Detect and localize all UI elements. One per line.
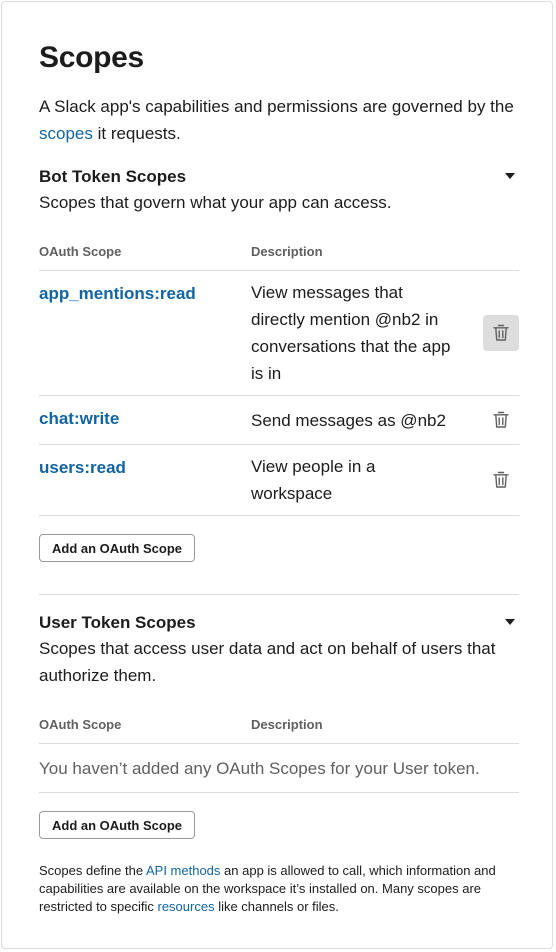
user-col-description: Description: [251, 717, 323, 732]
user-scopes-subtitle: Scopes that access user data and act on …: [39, 639, 496, 685]
trash-icon: [493, 324, 509, 341]
trash-icon: [493, 471, 509, 488]
scope-name-link[interactable]: app_mentions:read: [39, 283, 196, 305]
delete-scope-button[interactable]: [483, 315, 519, 351]
scopes-link[interactable]: scopes: [39, 124, 93, 143]
user-col-oauth-scope: OAuth Scope: [39, 717, 122, 732]
divider: [39, 270, 519, 271]
divider: [39, 515, 519, 516]
divider: [39, 444, 519, 445]
scope-name-link[interactable]: users:read: [39, 457, 126, 479]
intro-before: A Slack app's capabilities and permissio…: [39, 97, 514, 116]
section-divider: [39, 594, 519, 595]
footnote-part: Scopes define the: [39, 863, 146, 878]
footnote-part: like channels or files.: [214, 899, 339, 914]
scope-description: View messages that directly mention @nb2…: [251, 283, 451, 383]
empty-state-text: You haven’t added any OAuth Scopes for y…: [39, 759, 480, 778]
api-methods-link[interactable]: API methods: [146, 863, 220, 878]
trash-icon: [493, 411, 509, 428]
divider: [39, 792, 519, 793]
footnote-text: Scopes define the API methods an app is …: [39, 862, 519, 916]
scope-description: View people in a workspace: [251, 457, 376, 503]
scope-name-link[interactable]: chat:write: [39, 408, 119, 430]
bot-scopes-title: Bot Token Scopes: [39, 167, 187, 186]
intro-after: it requests.: [92, 124, 181, 143]
divider: [39, 395, 519, 396]
bot-collapse-caret-down-icon[interactable]: [505, 173, 515, 179]
divider: [39, 743, 519, 744]
add-user-oauth-scope-button[interactable]: Add an OAuth Scope: [39, 811, 195, 839]
resources-link[interactable]: resources: [158, 899, 215, 914]
bot-scopes-subtitle: Scopes that govern what your app can acc…: [39, 193, 392, 212]
page-title: Scopes: [39, 41, 144, 74]
scopes-panel: Scopes A Slack app's capabilities and pe…: [1, 1, 553, 949]
delete-scope-button[interactable]: [483, 402, 519, 438]
add-bot-oauth-scope-button[interactable]: Add an OAuth Scope: [39, 534, 195, 562]
bot-col-description: Description: [251, 244, 323, 259]
scope-description: Send messages as @nb2: [251, 411, 446, 430]
intro-text: A Slack app's capabilities and permissio…: [39, 93, 519, 147]
user-scopes-title: User Token Scopes: [39, 613, 196, 632]
bot-col-oauth-scope: OAuth Scope: [39, 244, 122, 259]
user-collapse-caret-down-icon[interactable]: [505, 619, 515, 625]
delete-scope-button[interactable]: [483, 462, 519, 498]
